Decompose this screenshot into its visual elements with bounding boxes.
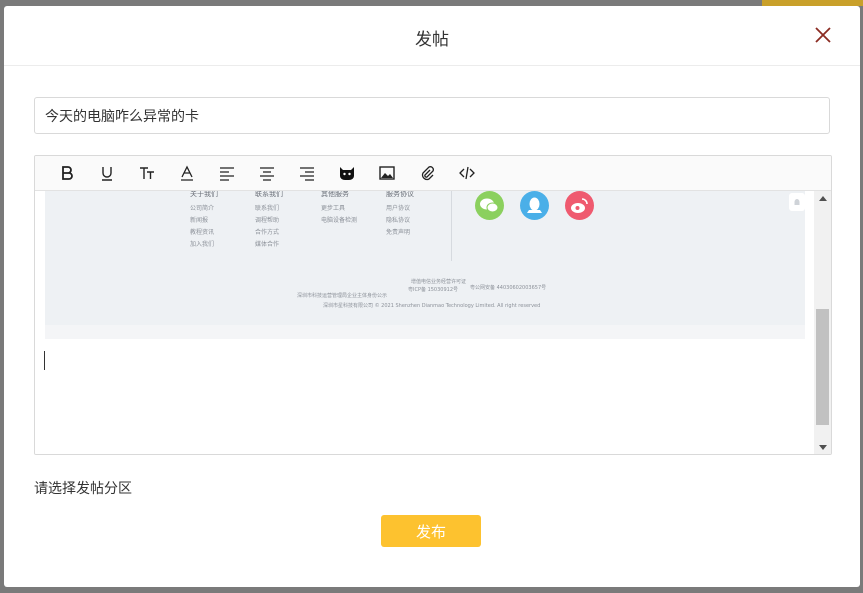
- copyright-text: 深圳市星科技有限公司 © 2021 Shenzhen Dianmao Techn…: [323, 303, 541, 309]
- modal-header: 发帖: [4, 6, 860, 66]
- publish-button[interactable]: 发布: [381, 515, 481, 547]
- post-modal: 发帖 今天的电脑咋么异常的卡 关于我们 公司简介 新闻报 教程资讯 加入我们 联…: [4, 6, 860, 587]
- scroll-up-icon[interactable]: [814, 191, 831, 205]
- font-color-icon[interactable]: [167, 156, 207, 191]
- align-right-icon[interactable]: [287, 156, 327, 191]
- align-left-icon[interactable]: [207, 156, 247, 191]
- police-record-text: 粤公网安备 44030602003657号: [470, 285, 547, 291]
- scroll-down-icon[interactable]: [814, 440, 831, 454]
- editor-scrollbar[interactable]: [814, 191, 831, 454]
- image-icon[interactable]: [367, 156, 407, 191]
- align-center-icon[interactable]: [247, 156, 287, 191]
- select-section-link[interactable]: 请选择发帖分区: [34, 478, 132, 498]
- footer-column: 其他服务 更步工具 电脑设备检测: [321, 191, 358, 224]
- divider: [451, 191, 452, 261]
- close-icon[interactable]: [814, 26, 832, 44]
- scrollbar-thumb[interactable]: [816, 309, 829, 425]
- weibo-icon: [565, 191, 594, 220]
- text-size-icon[interactable]: [127, 156, 167, 191]
- broken-image-alt: 深圳市科技运营管理局企业主体身份公示: [297, 293, 388, 299]
- underline-icon[interactable]: [87, 156, 127, 191]
- qq-icon: [520, 191, 549, 220]
- rich-text-editor: 关于我们 公司简介 新闻报 教程资讯 加入我们 联系我们 联系我们 调程帮助 合…: [34, 155, 832, 455]
- bold-icon[interactable]: [47, 156, 87, 191]
- icp-text: 粤ICP备 15030912号: [408, 287, 459, 293]
- license-text: 增值电信业务经营许可证: [411, 279, 467, 285]
- editor-toolbar: [35, 156, 831, 191]
- footer-column: 服务协议 用户协议 隐私协议 免责声明: [386, 191, 414, 236]
- code-icon[interactable]: [447, 156, 487, 191]
- footer-column: 联系我们 联系我们 调程帮助 合作方式 媒体合作: [255, 191, 283, 248]
- emoji-icon[interactable]: [327, 156, 367, 191]
- embedded-footer-image: 关于我们 公司简介 新闻报 教程资讯 加入我们 联系我们 联系我们 调程帮助 合…: [45, 191, 805, 339]
- modal-title: 发帖: [415, 30, 449, 50]
- footer-column: 关于我们 公司简介 新闻报 教程资讯 加入我们: [190, 191, 218, 248]
- editor-content[interactable]: 关于我们 公司简介 新闻报 教程资讯 加入我们 联系我们 联系我们 调程帮助 合…: [35, 191, 815, 454]
- footer-strip: [45, 325, 805, 339]
- attachment-icon[interactable]: [407, 156, 447, 191]
- wechat-icon: [475, 191, 504, 220]
- text-caret: [44, 351, 45, 370]
- post-title-input[interactable]: [34, 97, 830, 134]
- qr-code-icon: [789, 193, 805, 211]
